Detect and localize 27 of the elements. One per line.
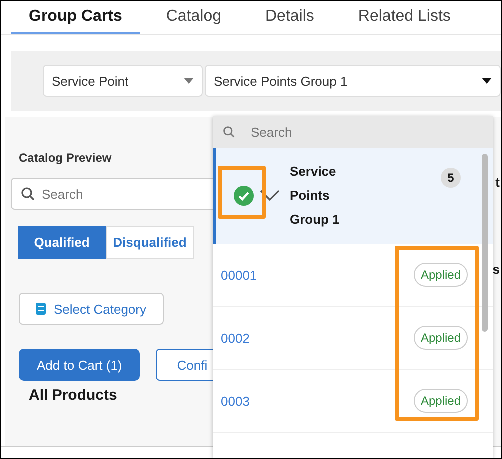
column-text: t [496,175,500,190]
search-icon [223,126,235,138]
tab[interactable]: Related Lists [340,1,469,34]
highlight-box [218,166,266,219]
tab[interactable]: Group Carts [11,1,140,34]
tab[interactable]: Catalog [148,1,240,34]
category-icon [36,303,46,315]
scrollbar[interactable] [482,154,488,332]
caret-icon [184,78,194,84]
section-heading: All Products [29,387,118,404]
select-category-button[interactable]: Select Category [19,293,164,325]
count-badge: 5 [441,168,461,188]
status-badge: Applied [414,326,468,350]
caret-icon [482,78,492,84]
list-item[interactable]: 0003 Applied [213,370,493,433]
column-text: s [492,262,500,277]
group-name: Service Points Group 1 [290,163,341,229]
select-field[interactable]: Service Point [43,65,203,97]
group-item[interactable]: Service Points Group 1 5 [213,148,493,244]
panel-title: Catalog Preview [19,151,113,165]
add-to-cart-button[interactable]: Add to Cart (1) [19,349,140,381]
tab[interactable]: Details [248,1,332,34]
filter-toggle[interactable]: Disqualified [106,226,194,259]
filter-toggle[interactable]: Qualified [18,226,106,259]
status-badge: Applied [414,389,468,413]
select-field[interactable]: Service Points Group 1 [205,65,501,97]
status-badge: Applied [414,263,468,287]
